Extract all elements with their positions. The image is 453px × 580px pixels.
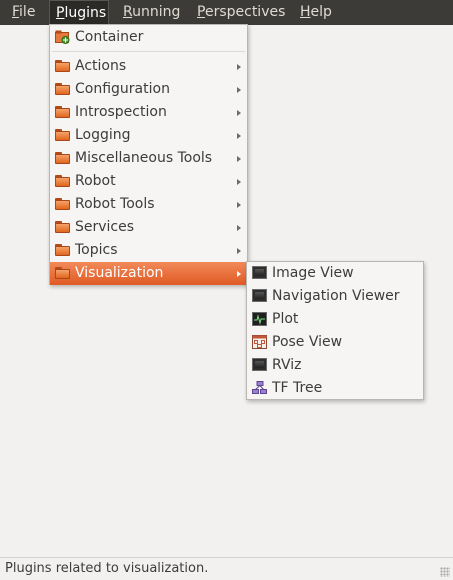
menu-item-introspection-label: Introspection: [75, 104, 167, 120]
menu-perspectives-label: erspectives: [204, 4, 286, 20]
menu-separator: [52, 51, 245, 52]
folder-icon: [55, 244, 70, 256]
submenu-arrow-icon: [237, 133, 241, 139]
menu-plugins-label: lugins: [64, 5, 107, 21]
submenu-item-tf-tree-label: TF Tree: [272, 380, 323, 396]
menubar: File Plugins Running Perspectives Help: [0, 0, 453, 25]
submenu-arrow-icon: [237, 202, 241, 208]
monitor-icon: [252, 289, 267, 302]
folder-icon: [55, 267, 70, 279]
folder-icon: [55, 198, 70, 210]
submenu-item-pose-view[interactable]: Pose View: [247, 331, 423, 354]
pose-icon: [252, 335, 267, 349]
plugins-menu: Container Actions Configuration Introspe…: [49, 24, 248, 285]
menu-item-miscellaneous-tools-label: Miscellaneous Tools: [75, 150, 213, 166]
submenu-item-tf-tree[interactable]: TF Tree: [247, 377, 423, 400]
menu-help-label: elp: [310, 4, 332, 20]
menu-item-miscellaneous-tools[interactable]: Miscellaneous Tools: [50, 147, 247, 170]
submenu-item-rviz-label: RViz: [272, 357, 302, 373]
menu-item-container-label: Container: [75, 29, 144, 45]
menu-file-mnemonic: F: [12, 4, 20, 20]
menu-file[interactable]: File: [6, 0, 41, 25]
submenu-arrow-icon: [237, 64, 241, 70]
submenu-item-plot-label: Plot: [272, 311, 299, 327]
menu-item-actions-label: Actions: [75, 58, 127, 74]
status-text: Plugins related to visualization.: [5, 561, 209, 576]
menu-item-visualization[interactable]: Visualization: [50, 262, 247, 285]
submenu-arrow-icon: [237, 87, 241, 93]
menu-file-label: ile: [19, 4, 36, 20]
submenu-item-image-view-label: Image View: [272, 265, 354, 281]
submenu-arrow-icon: [237, 179, 241, 185]
menu-item-logging[interactable]: Logging: [50, 124, 247, 147]
menu-item-configuration-label: Configuration: [75, 81, 170, 97]
submenu-item-plot[interactable]: Plot: [247, 308, 423, 331]
menu-running[interactable]: Running: [117, 0, 186, 25]
menu-help-mnemonic: H: [300, 4, 311, 20]
folder-icon: [55, 175, 70, 187]
menu-item-topics[interactable]: Topics: [50, 239, 247, 262]
folder-icon: [55, 152, 70, 164]
submenu-item-navigation-viewer-label: Navigation Viewer: [272, 288, 400, 304]
waveform-icon: [252, 312, 267, 326]
folder-icon: [55, 221, 70, 233]
menu-item-container[interactable]: Container: [50, 26, 247, 49]
resize-grip-icon[interactable]: [440, 567, 450, 577]
menu-item-robot[interactable]: Robot: [50, 170, 247, 193]
folder-icon: [55, 106, 70, 118]
submenu-item-image-view[interactable]: Image View: [247, 262, 423, 285]
menu-item-visualization-label: Visualization: [75, 265, 164, 281]
submenu-item-rviz[interactable]: RViz: [247, 354, 423, 377]
menu-item-services[interactable]: Services: [50, 216, 247, 239]
menu-item-services-label: Services: [75, 219, 135, 235]
menu-running-mnemonic: R: [123, 4, 133, 20]
menu-item-topics-label: Topics: [75, 242, 118, 258]
submenu-arrow-icon: [237, 225, 241, 231]
submenu-arrow-icon: [237, 271, 241, 277]
menu-item-actions[interactable]: Actions: [50, 55, 247, 78]
menu-item-robot-tools[interactable]: Robot Tools: [50, 193, 247, 216]
folder-icon: [55, 129, 70, 141]
tree-graph-icon: [252, 381, 267, 394]
container-icon: [55, 30, 70, 44]
menu-item-configuration[interactable]: Configuration: [50, 78, 247, 101]
menu-item-robot-label: Robot: [75, 173, 116, 189]
menu-item-robot-tools-label: Robot Tools: [75, 196, 155, 212]
submenu-arrow-icon: [237, 156, 241, 162]
monitor-icon: [252, 358, 267, 371]
folder-icon: [55, 83, 70, 95]
submenu-arrow-icon: [237, 110, 241, 116]
submenu-arrow-icon: [237, 248, 241, 254]
menu-perspectives[interactable]: Perspectives: [191, 0, 291, 25]
status-bar: Plugins related to visualization.: [0, 557, 453, 580]
folder-icon: [55, 60, 70, 72]
menu-item-introspection[interactable]: Introspection: [50, 101, 247, 124]
submenu-item-pose-view-label: Pose View: [272, 334, 343, 350]
menu-plugins[interactable]: Plugins: [49, 0, 109, 25]
menu-perspectives-mnemonic: P: [197, 4, 205, 20]
menu-item-logging-label: Logging: [75, 127, 131, 143]
menu-running-label: unning: [132, 4, 181, 20]
menu-help[interactable]: Help: [294, 0, 338, 25]
monitor-icon: [252, 266, 267, 279]
submenu-item-navigation-viewer[interactable]: Navigation Viewer: [247, 285, 423, 308]
visualization-submenu: Image View Navigation Viewer Plot Pose V…: [246, 261, 424, 400]
